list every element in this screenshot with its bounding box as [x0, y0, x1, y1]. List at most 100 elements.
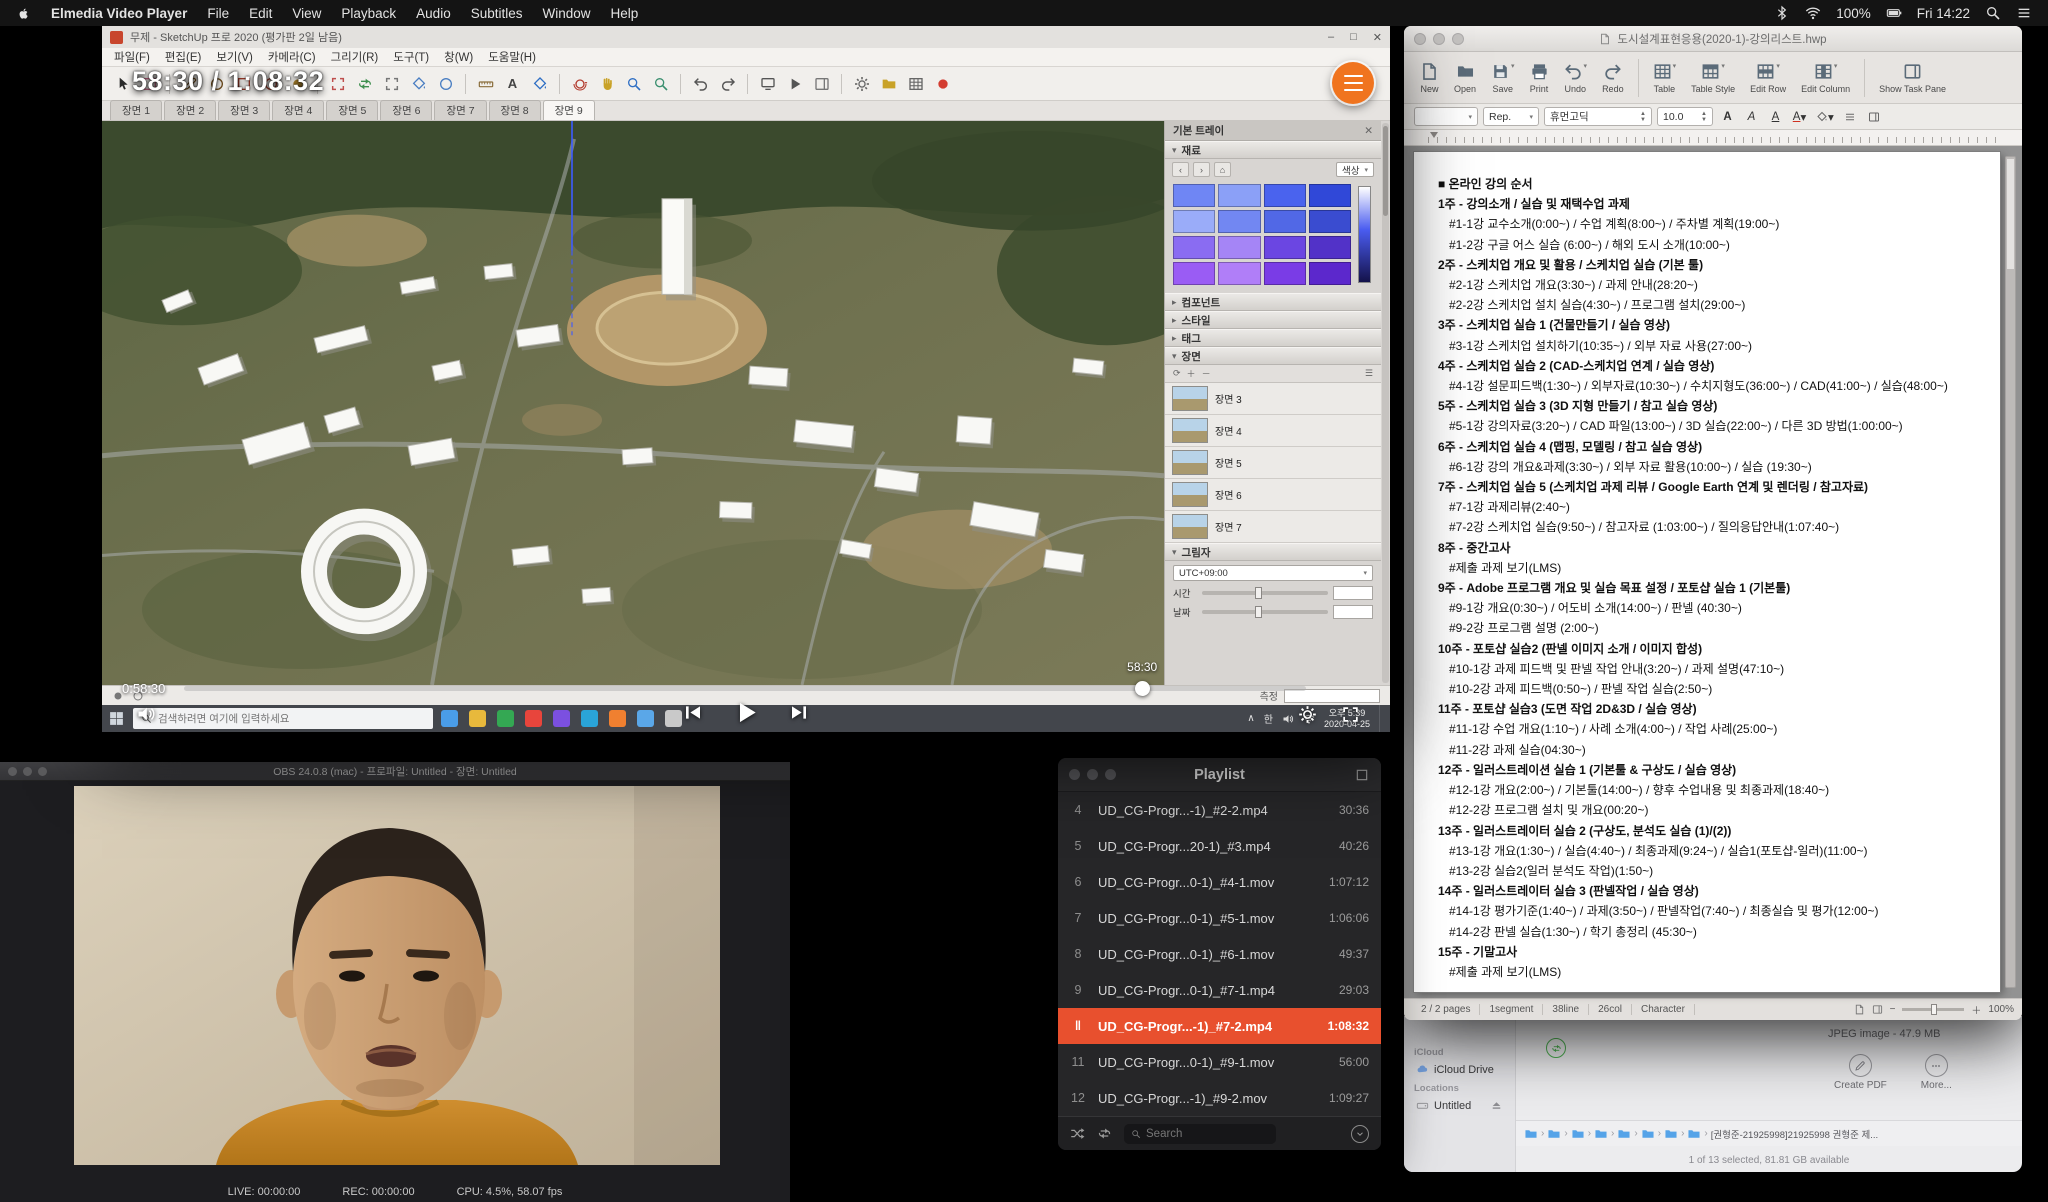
zoom-button[interactable] — [1452, 33, 1464, 45]
menubar-menu-playback[interactable]: Playback — [341, 6, 396, 21]
repeat-icon[interactable] — [1097, 1126, 1112, 1141]
hwp-print-button[interactable]: Print — [1524, 59, 1555, 97]
spread-view-icon[interactable] — [1872, 1004, 1883, 1015]
fullscreen-button[interactable] — [1341, 705, 1360, 724]
hwp-table-button[interactable]: ▾ Table — [1647, 59, 1683, 97]
menubar-menu-audio[interactable]: Audio — [416, 6, 451, 21]
folder-icon[interactable] — [1687, 1127, 1701, 1141]
folder-icon[interactable] — [1664, 1127, 1678, 1141]
playlist-more-button[interactable] — [1351, 1125, 1369, 1143]
menubar-menu-help[interactable]: Help — [611, 6, 639, 21]
hwp-show-task-pane-button[interactable]: Show Task Pane — [1873, 59, 1952, 97]
battery-percent[interactable]: 100% — [1836, 6, 1871, 21]
hwp-undo-button[interactable]: ▾ Undo — [1558, 59, 1594, 97]
settings-gear-button[interactable] — [1298, 705, 1317, 724]
notification-center-icon[interactable] — [2016, 5, 2032, 21]
playlist-traffic-lights[interactable] — [1069, 769, 1116, 780]
close-button[interactable] — [8, 767, 17, 776]
indent-marker[interactable] — [1430, 132, 1438, 138]
hwp-new-button[interactable]: New — [1414, 59, 1445, 97]
obs-titlebar[interactable]: OBS 24.0.8 (mac) - 프로파일: Untitled - 장면: … — [0, 762, 790, 781]
hwp-open-button[interactable]: Open — [1448, 59, 1482, 97]
folder-icon[interactable] — [1524, 1127, 1538, 1141]
font-family-dropdown[interactable]: 휴먼고딕▲▼ — [1544, 107, 1652, 126]
spotlight-icon[interactable] — [1985, 5, 2001, 21]
previous-track-button[interactable] — [683, 702, 704, 723]
eject-icon[interactable] — [1490, 1099, 1503, 1112]
align-button[interactable] — [1841, 107, 1860, 126]
playlist-panel-icon[interactable] — [1355, 768, 1369, 782]
sidebar-item-untitled[interactable]: Untitled — [1412, 1097, 1507, 1114]
menubar-menu-file[interactable]: File — [207, 6, 229, 21]
minimize-button[interactable] — [1433, 33, 1445, 45]
zoom-in-button[interactable]: ＋ — [1971, 1002, 1981, 1017]
sidebar-item-icloud-drive[interactable]: iCloud Drive — [1412, 1061, 1507, 1078]
playlist-search-box[interactable] — [1124, 1124, 1276, 1144]
obs-traffic-lights[interactable] — [8, 767, 47, 776]
playlist-item[interactable]: 6 UD_CG-Progr...0-1)_#4-1.mov 1:07:12 — [1058, 864, 1381, 900]
playlist-search-input[interactable] — [1146, 1128, 1269, 1140]
app-menu-title[interactable]: Elmedia Video Player — [51, 6, 187, 21]
minimize-button[interactable] — [23, 767, 32, 776]
zoom-button[interactable] — [1105, 769, 1116, 780]
shuffle-icon[interactable] — [1070, 1126, 1085, 1141]
folder-icon[interactable] — [1571, 1127, 1585, 1141]
playlist-item[interactable]: ‖ UD_CG-Progr...-1)_#7-2.mp4 1:08:32 — [1058, 1008, 1381, 1044]
folder-icon[interactable] — [1617, 1127, 1631, 1141]
playlist-item[interactable]: 11 UD_CG-Progr...0-1)_#9-1.mov 56:00 — [1058, 1044, 1381, 1080]
close-button[interactable] — [1069, 769, 1080, 780]
battery-icon[interactable] — [1886, 5, 1902, 21]
hwp-titlebar[interactable]: 도시설계표현응용(2020-1)-강의리스트.hwp — [1404, 26, 2022, 52]
next-track-button[interactable] — [789, 702, 810, 723]
folder-icon[interactable] — [1641, 1127, 1655, 1141]
bluetooth-icon[interactable] — [1774, 5, 1790, 21]
more-actions-button[interactable]: More... — [1921, 1054, 1952, 1091]
highlight-color-button[interactable]: ▾ — [1814, 107, 1836, 126]
recorder-menu-button[interactable] — [1332, 62, 1374, 104]
hwp-table-style-button[interactable]: ▾ Table Style — [1685, 59, 1741, 97]
font-size-stepper[interactable]: 10.0▲▼ — [1657, 107, 1713, 126]
folder-icon[interactable] — [1594, 1127, 1608, 1141]
vertical-scrollbar[interactable] — [2005, 156, 2016, 988]
playlist-item[interactable]: 7 UD_CG-Progr...0-1)_#5-1.mov 1:06:06 — [1058, 900, 1381, 936]
hwp-redo-button[interactable]: Redo — [1596, 59, 1630, 97]
wifi-icon[interactable] — [1805, 5, 1821, 21]
zoom-slider[interactable] — [1902, 1008, 1964, 1011]
italic-button[interactable]: A — [1742, 107, 1761, 126]
line-spacing-button[interactable] — [1865, 107, 1884, 126]
play-button[interactable] — [732, 698, 761, 727]
apple-menu-icon[interactable] — [16, 5, 31, 21]
close-button[interactable] — [1414, 33, 1426, 45]
elmedia-player-window[interactable]: 무제 - SketchUp 프로 2020 (평가판 2일 남음) – □ ✕ … — [102, 26, 1390, 732]
hwp-save-button[interactable]: ▾ Save — [1485, 59, 1521, 97]
style-dropdown[interactable]: ▾ — [1414, 107, 1478, 126]
menubar-clock[interactable]: Fri 14:22 — [1917, 6, 1970, 21]
hwp-edit-row-button[interactable]: ▾ Edit Row — [1744, 59, 1792, 97]
folder-icon[interactable] — [1547, 1127, 1561, 1141]
font-color-button[interactable]: A▾ — [1790, 107, 1809, 126]
rep-dropdown[interactable]: Rep.▾ — [1483, 107, 1539, 126]
underline-button[interactable]: A — [1766, 107, 1785, 126]
zoom-out-button[interactable]: − — [1890, 1004, 1896, 1015]
seek-knob[interactable] — [1135, 681, 1150, 696]
playlist-item[interactable]: 4 UD_CG-Progr...-1)_#2-2.mp4 30:36 — [1058, 792, 1381, 828]
hwp-traffic-lights[interactable] — [1414, 33, 1464, 45]
zoom-button[interactable] — [38, 767, 47, 776]
volume-button[interactable] — [136, 704, 156, 724]
minimize-button[interactable] — [1087, 769, 1098, 780]
menubar-menu-edit[interactable]: Edit — [249, 6, 272, 21]
menubar-menu-window[interactable]: Window — [542, 6, 590, 21]
playlist-titlebar[interactable]: Playlist — [1058, 758, 1381, 792]
document-page[interactable]: ■ 온라인 강의 순서1주 - 강의소개 / 실습 및 재택수업 과제#1-1강… — [1414, 152, 2000, 992]
playlist-item[interactable]: 12 UD_CG-Progr...-1)_#9-2.mov 1:09:27 — [1058, 1080, 1381, 1116]
seek-bar[interactable]: 58:30 — [184, 686, 1306, 691]
ruler[interactable] — [1404, 130, 2022, 146]
playlist-item[interactable]: 8 UD_CG-Progr...0-1)_#6-1.mov 49:37 — [1058, 936, 1381, 972]
page-view-icon[interactable] — [1854, 1004, 1865, 1015]
hwp-edit-column-button[interactable]: ▾ Edit Column — [1795, 59, 1856, 97]
create-pdf-button[interactable]: Create PDF — [1834, 1054, 1887, 1091]
menubar-menu-view[interactable]: View — [292, 6, 321, 21]
playlist-item[interactable]: 9 UD_CG-Progr...0-1)_#7-1.mp4 29:03 — [1058, 972, 1381, 1008]
playlist-item[interactable]: 5 UD_CG-Progr...20-1)_#3.mp4 40:26 — [1058, 828, 1381, 864]
bold-button[interactable]: A — [1718, 107, 1737, 126]
